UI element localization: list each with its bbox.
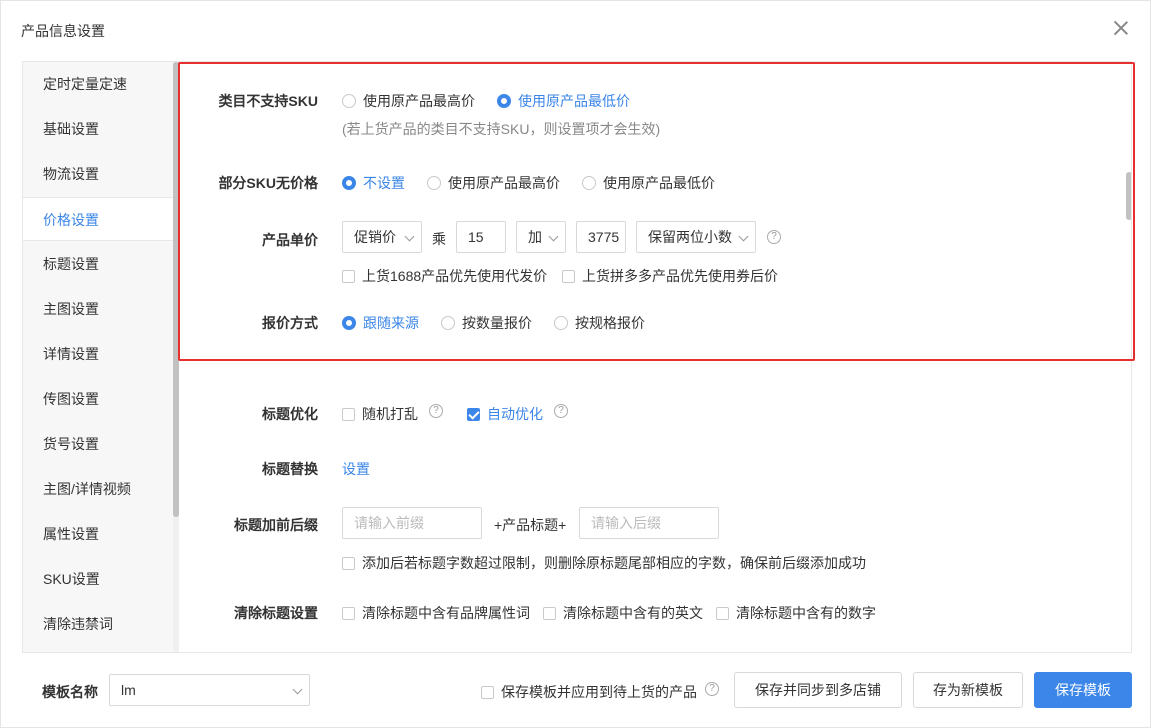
- sidebar-item-title[interactable]: 标题设置: [23, 242, 173, 286]
- sidebar-item-basic[interactable]: 基础设置: [23, 107, 173, 151]
- radio-dot: [441, 316, 455, 330]
- partial-sku-radio-highest[interactable]: 使用原产品最高价: [427, 173, 560, 193]
- save-sync-button[interactable]: 保存并同步到多店铺: [734, 672, 902, 708]
- price-base-select[interactable]: 促销价: [342, 221, 422, 253]
- check-random-shuffle[interactable]: 随机打乱: [342, 404, 418, 424]
- template-name-label: 模板名称: [42, 684, 98, 700]
- chevron-down-icon: [292, 684, 303, 695]
- radio-dot: [554, 316, 568, 330]
- radio-dot: [497, 94, 511, 108]
- add-value-input[interactable]: 3775: [576, 221, 626, 253]
- radio-dot: [582, 176, 596, 190]
- product-info-settings-dialog: 产品信息设置 定时定量定速 基础设置 物流设置 价格设置 标题设置 主图设置 详…: [0, 0, 1151, 728]
- suffix-input[interactable]: 请输入后缀: [579, 507, 719, 539]
- sidebar-item-logistics[interactable]: 物流设置: [23, 152, 173, 196]
- content-scrollbar[interactable]: [1125, 62, 1131, 652]
- radio-dot: [427, 176, 441, 190]
- radio-dot: [342, 94, 356, 108]
- prefix-input[interactable]: 请输入前缀: [342, 507, 482, 539]
- check-1688-dropship[interactable]: 上货1688产品优先使用代发价: [342, 266, 547, 286]
- product-title-connector: +产品标题+: [494, 517, 567, 533]
- help-icon[interactable]: ?: [705, 682, 719, 696]
- settings-sidebar: 定时定量定速 基础设置 物流设置 价格设置 标题设置 主图设置 详情设置 传图设…: [23, 62, 173, 652]
- check-auto-optimize[interactable]: 自动优化: [467, 404, 543, 424]
- checkbox: [342, 556, 355, 570]
- sidebar-item-price[interactable]: 价格设置: [23, 197, 173, 241]
- sidebar-item-upload-image[interactable]: 传图设置: [23, 377, 173, 421]
- radio-dot: [342, 316, 356, 330]
- sidebar-item-detail[interactable]: 详情设置: [23, 332, 173, 376]
- quote-radio-follow[interactable]: 跟随来源: [342, 313, 419, 333]
- title-replace-settings-link[interactable]: 设置: [342, 459, 370, 479]
- checkbox: [467, 407, 480, 421]
- partial-sku-label: 部分SKU无价格: [218, 175, 318, 191]
- close-icon[interactable]: [1112, 19, 1130, 37]
- content-scroll-thumb[interactable]: [1126, 172, 1131, 220]
- save-template-button[interactable]: 保存模板: [1034, 672, 1132, 708]
- save-as-new-button[interactable]: 存为新模板: [913, 672, 1023, 708]
- check-truncate-title[interactable]: 添加后若标题字数超过限制，则删除原标题尾部相应的字数，确保前后缀添加成功: [342, 553, 866, 573]
- title-replace-label: 标题替换: [262, 461, 318, 477]
- partial-sku-radio-none[interactable]: 不设置: [342, 173, 405, 193]
- sidebar-scrollbar[interactable]: [173, 62, 179, 652]
- quote-radio-spec[interactable]: 按规格报价: [554, 313, 645, 333]
- dialog-title: 产品信息设置: [21, 23, 105, 39]
- help-icon[interactable]: ?: [429, 404, 443, 418]
- sidebar-item-banned-words[interactable]: 清除违禁词: [23, 602, 173, 646]
- checkbox: [543, 606, 556, 620]
- clear-title-label: 清除标题设置: [234, 605, 318, 621]
- check-pdd-coupon[interactable]: 上货拼多多产品优先使用券后价: [562, 266, 778, 286]
- rounding-select[interactable]: 保留两位小数: [636, 221, 756, 253]
- title-prefix-suffix-label: 标题加前后缀: [234, 517, 318, 533]
- help-icon[interactable]: ?: [767, 230, 781, 244]
- sidebar-item-main-image[interactable]: 主图设置: [23, 287, 173, 331]
- category-sku-label: 类目不支持SKU: [218, 93, 318, 109]
- sidebar-item-attributes[interactable]: 属性设置: [23, 512, 173, 556]
- checkbox: [562, 269, 575, 283]
- checkbox: [481, 685, 494, 699]
- title-optimize-label: 标题优化: [262, 406, 318, 422]
- unit-price-label: 产品单价: [262, 232, 318, 248]
- checkbox: [342, 606, 355, 620]
- partial-sku-radio-lowest[interactable]: 使用原产品最低价: [582, 173, 715, 193]
- chevron-down-icon: [738, 231, 749, 242]
- sidebar-scroll-thumb[interactable]: [173, 62, 179, 517]
- category-sku-hint: (若上货产品的类目不支持SKU，则设置项才会生效): [342, 121, 661, 137]
- sidebar-item-video[interactable]: 主图/详情视频: [23, 467, 173, 511]
- checkbox: [716, 606, 729, 620]
- sidebar-item-item-number[interactable]: 货号设置: [23, 422, 173, 466]
- multiplier-input[interactable]: 15: [456, 221, 506, 253]
- chevron-down-icon: [404, 231, 415, 242]
- check-clear-english[interactable]: 清除标题中含有的英文: [543, 603, 703, 623]
- check-apply-template[interactable]: 保存模板并应用到待上货的产品: [481, 682, 697, 702]
- radio-dot: [342, 176, 356, 190]
- operator-select[interactable]: 加: [516, 221, 566, 253]
- category-sku-radio-lowest[interactable]: 使用原产品最低价: [497, 91, 630, 111]
- quote-method-label: 报价方式: [262, 315, 318, 331]
- help-icon[interactable]: ?: [554, 404, 568, 418]
- quote-radio-quantity[interactable]: 按数量报价: [441, 313, 532, 333]
- multiply-text: 乘: [432, 231, 446, 247]
- check-clear-brand[interactable]: 清除标题中含有品牌属性词: [342, 603, 530, 623]
- template-name-select[interactable]: lm: [109, 674, 310, 706]
- check-clear-digits[interactable]: 清除标题中含有的数字: [716, 603, 876, 623]
- category-sku-radio-highest[interactable]: 使用原产品最高价: [342, 91, 475, 111]
- checkbox: [342, 407, 355, 421]
- sidebar-item-schedule[interactable]: 定时定量定速: [23, 62, 173, 106]
- chevron-down-icon: [548, 231, 559, 242]
- sidebar-item-sku[interactable]: SKU设置: [23, 557, 173, 601]
- checkbox: [342, 269, 355, 283]
